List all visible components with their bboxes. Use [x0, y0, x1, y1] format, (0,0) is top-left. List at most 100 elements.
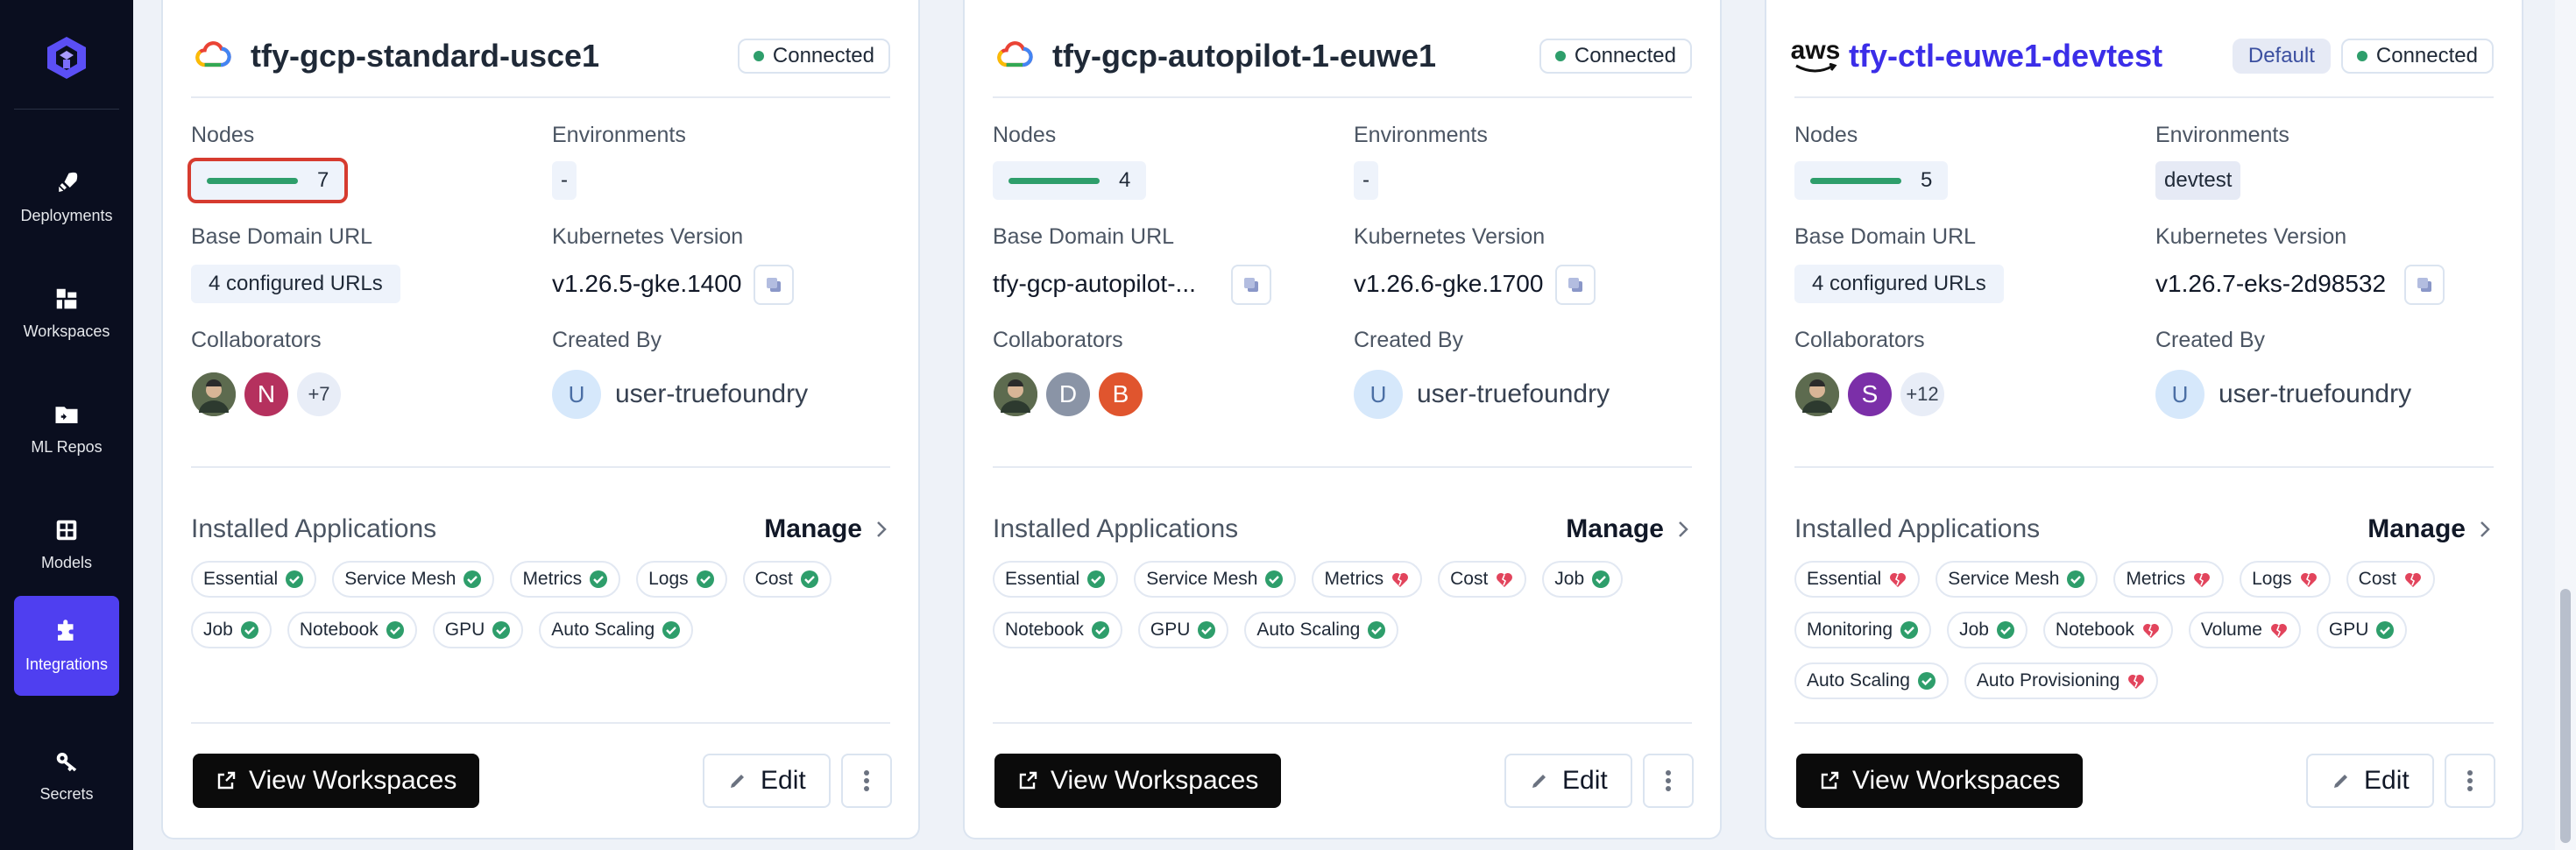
base-domain-chip[interactable]: 4 configured URLs	[1794, 265, 2004, 303]
app-pill[interactable]: Essential	[993, 561, 1119, 598]
cluster-card: tfy-gcp-standard-usce1 Connected Nodes 7…	[161, 0, 920, 839]
app-name: Notebook	[1005, 620, 1084, 640]
nodes-chip[interactable]: 4	[993, 161, 1147, 200]
nodes-chip[interactable]: 7	[187, 158, 349, 203]
app-pill[interactable]: Auto Scaling	[1244, 612, 1399, 648]
app-pill[interactable]: Logs	[636, 561, 727, 598]
check-circle-icon	[2066, 570, 2085, 589]
app-pill[interactable]: Essential	[1794, 561, 1921, 598]
copy-button[interactable]	[2404, 265, 2445, 305]
view-workspaces-button[interactable]: View Workspaces	[994, 754, 1282, 808]
app-pill[interactable]: Notebook	[287, 612, 417, 648]
app-pill[interactable]: Cost	[2346, 561, 2435, 598]
more-options-button[interactable]	[841, 754, 892, 808]
cluster-name[interactable]: tfy-gcp-autopilot-1-euwe1	[1052, 38, 1436, 74]
kubernetes-version: v1.26.6-gke.1700	[1354, 270, 1544, 297]
view-workspaces-button[interactable]: View Workspaces	[1796, 754, 2084, 808]
app-pill[interactable]: Job	[1947, 612, 2028, 648]
truefoundry-logo-icon[interactable]	[44, 35, 89, 81]
app-name: Job	[1959, 620, 1989, 640]
app-pill[interactable]: Service Mesh	[332, 561, 495, 598]
sidebar-item-label: Deployments	[20, 206, 113, 224]
collaborators-label: Collaborators	[1794, 328, 1925, 352]
app-name: Notebook	[2055, 620, 2134, 640]
copy-button[interactable]	[754, 265, 794, 305]
cluster-name[interactable]: tfy-gcp-standard-usce1	[251, 38, 599, 74]
manage-link[interactable]: Manage	[764, 514, 890, 544]
copy-icon	[1244, 278, 1258, 292]
edit-button[interactable]: Edit	[2306, 754, 2434, 808]
manage-label: Manage	[1566, 514, 1664, 543]
app-pill[interactable]: Job	[191, 612, 272, 648]
more-collaborators[interactable]: +12	[1898, 370, 1947, 419]
sidebar-item-workspaces[interactable]: Workspaces	[14, 263, 119, 363]
key-icon	[56, 752, 77, 771]
google-cloud-icon	[191, 35, 233, 77]
nodes-bar	[207, 177, 298, 184]
copy-button[interactable]	[1231, 265, 1271, 305]
workspaces-icon	[56, 288, 77, 308]
app-pill[interactable]: Metrics	[510, 561, 621, 598]
collaborators-label: Collaborators	[191, 328, 322, 352]
app-pill[interactable]: Cost	[742, 561, 832, 598]
grid-icon	[56, 520, 77, 540]
app-pill[interactable]: Cost	[1438, 561, 1527, 598]
app-pill[interactable]: Logs	[2240, 561, 2331, 598]
kebab-menu-icon	[1666, 770, 1671, 791]
app-pill[interactable]: Service Mesh	[1936, 561, 2098, 598]
button-label: View Workspaces	[1051, 766, 1259, 795]
app-pill[interactable]: Volume	[2188, 612, 2301, 648]
avatar[interactable]	[1793, 370, 1842, 419]
scrollbar[interactable]	[2555, 0, 2576, 850]
app-pill[interactable]: Notebook	[2042, 612, 2173, 648]
button-label: View Workspaces	[1852, 766, 2061, 795]
kebab-menu-icon	[864, 770, 869, 791]
card-header: tfy-gcp-autopilot-1-euwe1 Connected	[993, 32, 1692, 81]
app-pill[interactable]: Service Mesh	[1134, 561, 1297, 598]
app-pill[interactable]: Auto Scaling	[539, 612, 694, 648]
avatar[interactable]: D	[1044, 370, 1093, 419]
more-collaborators[interactable]: +7	[294, 370, 343, 419]
check-circle-icon	[240, 620, 259, 640]
app-pill[interactable]: Notebook	[993, 612, 1122, 648]
sidebar-item-models[interactable]: Models	[14, 494, 119, 594]
app-pill[interactable]: GPU	[432, 612, 524, 648]
app-name: Volume	[2200, 620, 2262, 640]
edit-button[interactable]: Edit	[1504, 754, 1632, 808]
avatar[interactable]: B	[1096, 370, 1145, 419]
app-name: Monitoring	[1807, 620, 1893, 640]
view-workspaces-button[interactable]: View Workspaces	[193, 754, 480, 808]
app-pill[interactable]: GPU	[2316, 612, 2408, 648]
copy-button[interactable]	[1555, 265, 1596, 305]
scrollbar-thumb[interactable]	[2560, 589, 2571, 843]
cluster-name[interactable]: tfy-ctl-euwe1-devtest	[1849, 38, 2162, 74]
divider	[993, 466, 1692, 468]
manage-link[interactable]: Manage	[1566, 514, 1692, 544]
app-pill[interactable]: Monitoring	[1794, 612, 1932, 648]
more-options-button[interactable]	[1643, 754, 1694, 808]
more-options-button[interactable]	[2445, 754, 2495, 808]
avatar[interactable]: S	[1845, 370, 1894, 419]
sidebar-item-secrets[interactable]: Secrets	[14, 726, 119, 825]
check-circle-icon	[696, 570, 715, 589]
edit-button[interactable]: Edit	[703, 754, 831, 808]
nodes-chip[interactable]: 5	[1794, 161, 1949, 200]
avatar[interactable]: N	[242, 370, 291, 419]
sidebar-item-integrations[interactable]: Integrations	[14, 596, 119, 696]
base-domain-chip[interactable]: 4 configured URLs	[191, 265, 400, 303]
sidebar-item-ml-repos[interactable]: ML Repos	[14, 379, 119, 478]
app-pill[interactable]: Job	[1542, 561, 1624, 598]
app-pill[interactable]: Essential	[191, 561, 317, 598]
app-pill[interactable]: Metrics	[2113, 561, 2225, 598]
sidebar-item-deployments[interactable]: Deployments	[14, 147, 119, 247]
avatar[interactable]	[189, 370, 238, 419]
app-pill[interactable]: Metrics	[1312, 561, 1423, 598]
environment-chip: -	[552, 161, 577, 200]
app-pill[interactable]: Auto Scaling	[1794, 662, 1949, 699]
status-badge: Connected	[2340, 39, 2494, 74]
manage-link[interactable]: Manage	[2367, 514, 2494, 544]
app-pill[interactable]: Auto Provisioning	[1964, 662, 2159, 699]
app-pill[interactable]: GPU	[1137, 612, 1229, 648]
avatar[interactable]	[991, 370, 1040, 419]
installed-applications-title: Installed Applications	[993, 514, 1239, 543]
